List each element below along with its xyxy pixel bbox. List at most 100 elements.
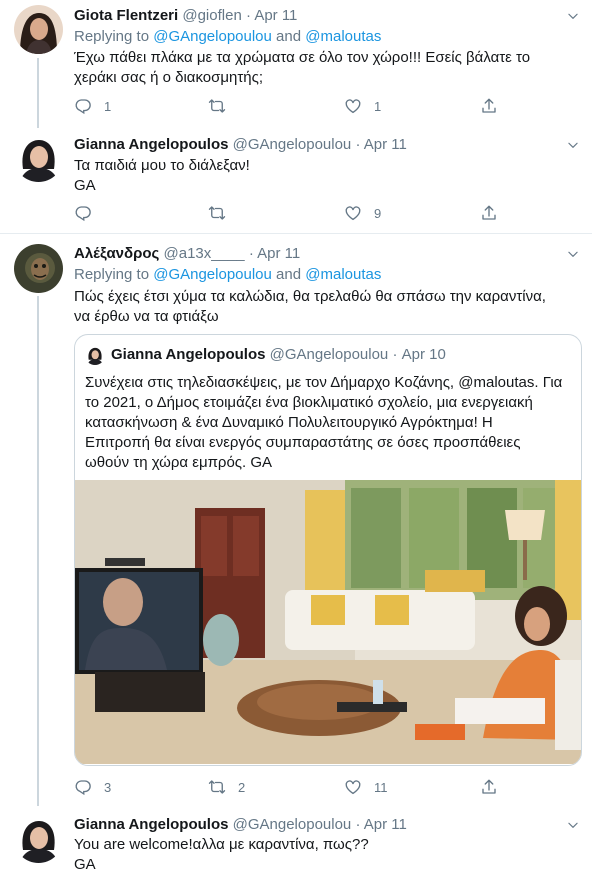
reply-icon	[74, 204, 92, 222]
tweet-text-line: χεράκι σας ή ο διακοσμητής;	[74, 69, 264, 86]
author-handle[interactable]: @GAngelopoulou	[233, 136, 352, 153]
tweet-text-line: GA	[74, 177, 96, 194]
separator: ·	[355, 136, 361, 153]
author-handle[interactable]: @a13x____	[164, 245, 245, 262]
avatar[interactable]	[14, 814, 63, 863]
quoted-text-line: κατασκήνωση & ένα Δυναμικό Πολυλειτουργι…	[85, 414, 493, 431]
tweet-text-line: να έρθω να τα φτιάξω	[74, 308, 219, 325]
tweet-text-line: Τα παιδιά μου το διάλεξαν!	[74, 157, 250, 174]
tweet-text: You are welcome!αλλα με καραντίνα, πως??…	[74, 835, 574, 875]
mention-link[interactable]: @maloutas	[305, 266, 381, 283]
avatar[interactable]	[14, 244, 63, 293]
avatar	[85, 345, 105, 365]
author-handle[interactable]: @gioflen	[182, 7, 241, 24]
quoted-tweet-text: Συνέχεια στις τηλεδιασκέψεις, με τον Δήμ…	[85, 373, 569, 473]
reply-button[interactable]: 1	[74, 96, 111, 116]
quoted-text-line: Συνέχεια στις τηλεδιασκέψεις, με τον Δήμ…	[85, 374, 563, 391]
thread-line	[37, 296, 39, 806]
separator: ·	[248, 245, 254, 262]
reply-button[interactable]: 3	[74, 777, 111, 797]
tweet-text: Έχω πάθει πλάκα με τα χρώματα σε όλο τον…	[74, 48, 574, 88]
tweet-text: Πώς έχεις έτσι χύμα τα καλώδια, θα τρελα…	[74, 287, 574, 327]
retweet-count: 2	[238, 779, 246, 795]
tweet-date[interactable]: Apr 11	[364, 816, 407, 833]
retweet-button[interactable]	[208, 203, 238, 223]
separator: ·	[355, 816, 361, 833]
chevron-down-icon[interactable]	[566, 247, 580, 261]
quoted-author-handle: @GAngelopoulou	[269, 346, 389, 363]
author-handle[interactable]: @GAngelopoulou	[233, 816, 352, 833]
action-bar: 3 2 11	[74, 777, 504, 797]
and-label: and	[276, 266, 302, 283]
retweet-icon	[208, 97, 226, 115]
tweet-header: Giota Flentzeri @gioflen · Apr 11	[74, 6, 297, 26]
like-button[interactable]: 9	[344, 203, 381, 223]
reply-button[interactable]	[74, 203, 104, 223]
tweet-date[interactable]: Apr 11	[254, 7, 297, 24]
tweet-date[interactable]: Apr 11	[364, 136, 407, 153]
retweet-button[interactable]: 2	[208, 777, 245, 797]
like-button[interactable]: 1	[344, 96, 381, 116]
quoted-tweet-header: Gianna Angelopoulos @GAngelopoulou · Apr…	[85, 345, 446, 365]
tweet-header: Αλέξανδρος @a13x____ · Apr 11	[74, 244, 300, 264]
tweet-alexandros[interactable]: Αλέξανδρος @a13x____ · Apr 11 Replying t…	[0, 234, 592, 806]
reply-icon	[74, 97, 92, 115]
retweet-icon	[208, 778, 226, 796]
quoted-text-line: ωθούν τη χώρα εμπρός. GA	[85, 454, 273, 471]
tweet-giota[interactable]: Giota Flentzeri @gioflen · Apr 11 Replyi…	[0, 0, 592, 128]
heart-icon	[344, 97, 362, 115]
separator: ·	[245, 7, 251, 24]
author-name[interactable]: Αλέξανδρος	[74, 245, 159, 262]
share-icon	[480, 778, 498, 796]
replying-to-label: Replying to	[74, 28, 150, 45]
chevron-down-icon[interactable]	[566, 818, 580, 832]
mention-link[interactable]: @GAngelopoulou	[153, 266, 272, 283]
tweet-date[interactable]: Apr 11	[257, 245, 300, 262]
quoted-photo[interactable]	[75, 480, 582, 764]
quoted-tweet[interactable]: Gianna Angelopoulos @GAngelopoulou · Apr…	[74, 334, 582, 766]
avatar[interactable]	[14, 5, 63, 54]
chevron-down-icon[interactable]	[566, 9, 580, 23]
tweet-text-line: GA	[74, 856, 96, 873]
author-name[interactable]: Gianna Angelopoulos	[74, 816, 228, 833]
action-bar: 1 1	[74, 96, 504, 116]
chevron-down-icon[interactable]	[566, 138, 580, 152]
quoted-text-line: το 2021, ο Δήμος ετοιμάζει ένα βιοκλιματ…	[85, 394, 533, 411]
heart-icon	[344, 778, 362, 796]
and-label: and	[276, 28, 302, 45]
thread-line	[37, 58, 39, 128]
share-button[interactable]	[480, 777, 498, 797]
mention-link[interactable]: @maloutas	[305, 28, 381, 45]
action-bar: 9	[74, 203, 504, 223]
mention-link[interactable]: @GAngelopoulou	[153, 28, 272, 45]
reply-icon	[74, 778, 92, 796]
share-button[interactable]	[480, 203, 498, 223]
avatar[interactable]	[14, 133, 63, 182]
like-count: 1	[374, 98, 382, 114]
quoted-author-name: Gianna Angelopoulos	[111, 346, 266, 363]
reply-count: 3	[104, 779, 112, 795]
tweet-text-line: Πώς έχεις έτσι χύμα τα καλώδια, θα τρελα…	[74, 288, 546, 305]
quoted-text-line: Επιτροπή θα είναι ενεργός συμπαραστάτης …	[85, 434, 521, 451]
tweet-gianna-welcome[interactable]: Gianna Angelopoulos @GAngelopoulou · Apr…	[0, 806, 592, 873]
tweet-text-line: Έχω πάθει πλάκα με τα χρώματα σε όλο τον…	[74, 49, 531, 66]
quoted-date: Apr 10	[401, 346, 446, 363]
tweet-text: Τα παιδιά μου το διάλεξαν! GA	[74, 156, 574, 196]
like-button[interactable]: 11	[344, 777, 388, 797]
author-name[interactable]: Giota Flentzeri	[74, 7, 178, 24]
replying-to: Replying to @GAngelopoulou and @maloutas	[74, 27, 381, 47]
tweet-gianna-reply[interactable]: Gianna Angelopoulos @GAngelopoulou · Apr…	[0, 127, 592, 233]
share-button[interactable]	[480, 96, 498, 116]
tweet-header: Gianna Angelopoulos @GAngelopoulou · Apr…	[74, 135, 407, 155]
separator: ·	[392, 346, 398, 363]
heart-icon	[344, 204, 362, 222]
author-name[interactable]: Gianna Angelopoulos	[74, 136, 228, 153]
tweet-text-line: You are welcome!αλλα με καραντίνα, πως??	[74, 836, 369, 853]
reply-count: 1	[104, 98, 112, 114]
like-count: 9	[374, 205, 382, 221]
like-count: 11	[374, 779, 388, 795]
replying-to: Replying to @GAngelopoulou and @maloutas	[74, 265, 381, 285]
retweet-button[interactable]	[208, 96, 238, 116]
share-icon	[480, 97, 498, 115]
replying-to-label: Replying to	[74, 266, 150, 283]
